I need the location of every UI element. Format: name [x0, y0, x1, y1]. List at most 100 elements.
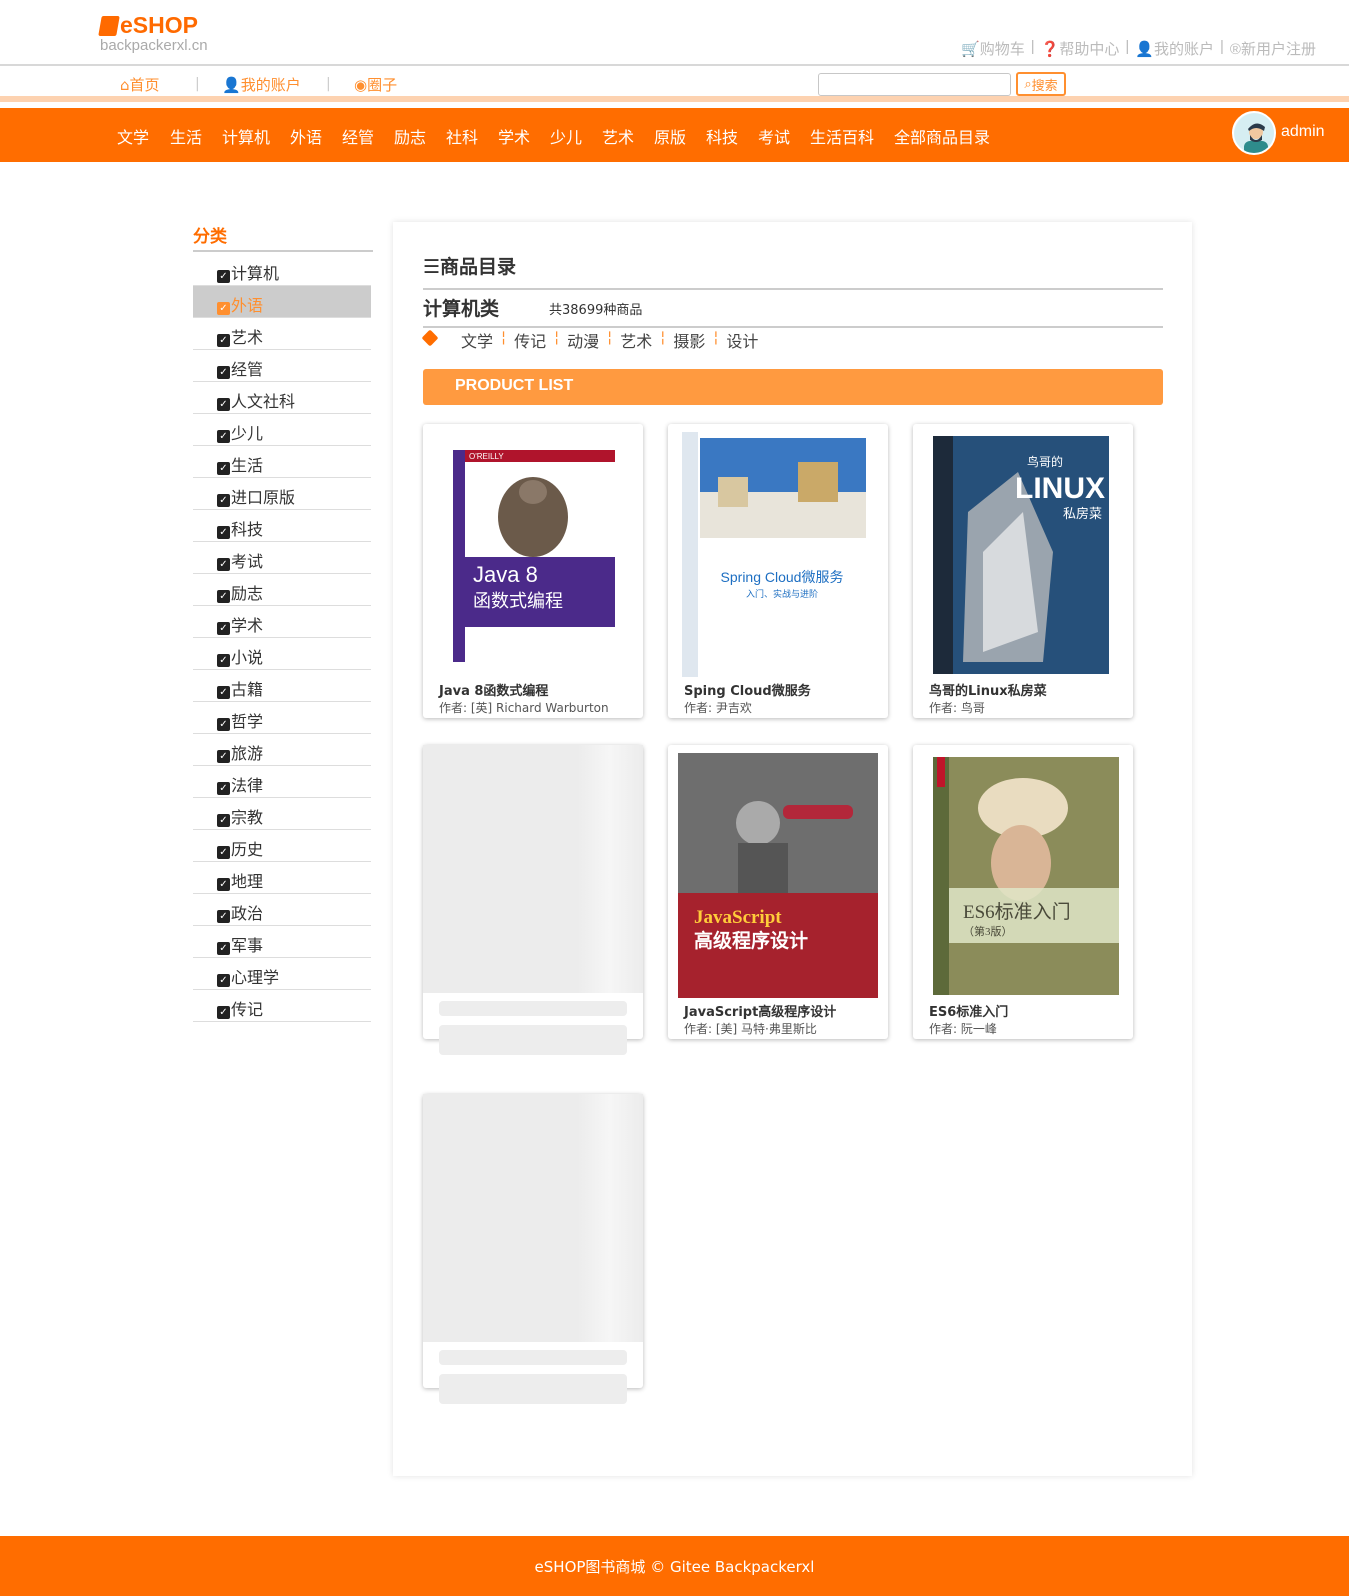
loading-placeholder [439, 1025, 627, 1055]
help-link[interactable]: ❓帮助中心 [1041, 38, 1120, 59]
sidebar-item-label: 少儿 [231, 424, 264, 443]
search-button[interactable]: ⌕ 搜索 [1016, 72, 1066, 96]
registered-icon: ® [1229, 41, 1241, 58]
tag-link[interactable]: 传记 [514, 328, 546, 352]
cover-title: Java 8 [473, 562, 538, 587]
catalog-title: ☰商品目录 [423, 256, 517, 278]
book-cover: Spring Cloud微服务 入门、实战与进阶 [678, 432, 878, 677]
product-name[interactable]: Java 8函数式编程 [439, 680, 548, 699]
sidebar-item[interactable]: ✓ 少儿 [193, 414, 371, 446]
loading-placeholder [439, 1374, 627, 1404]
category-link[interactable]: 生活百科 [810, 124, 874, 148]
category-link[interactable]: 生活 [170, 124, 202, 148]
category-link[interactable]: 外语 [290, 124, 322, 148]
category-link[interactable]: 励志 [394, 124, 426, 148]
cover-subtitle: 入门、实战与进阶 [746, 588, 818, 599]
tag-link[interactable]: 艺术 [620, 328, 652, 352]
category-link[interactable]: 全部商品目录 [894, 124, 990, 148]
logo[interactable]: eSHOP backpackerxl.cn [98, 12, 208, 54]
username[interactable]: admin [1281, 123, 1325, 141]
home-link[interactable]: ⌂首页 [120, 74, 160, 95]
sidebar-item[interactable]: ✓ 心理学 [193, 958, 371, 990]
sidebar-title: 分类 [193, 227, 227, 247]
product-author: 作者: 尹吉欢 [684, 701, 752, 715]
user-circle-icon: ◉ [354, 76, 368, 94]
category-link[interactable]: 计算机 [222, 124, 270, 148]
tag-link[interactable]: 文学 [461, 328, 493, 352]
tag-icon [421, 329, 439, 347]
sidebar-item[interactable]: ✓ 生活 [193, 446, 371, 478]
sidebar-item[interactable]: ✓ 地理 [193, 862, 371, 894]
product-count: 共38699种商品 [549, 303, 643, 318]
sidebar-item[interactable]: ✓ 法律 [193, 766, 371, 798]
product-card[interactable]: JavaScript 高级程序设计 JavaScript高级程序设计 作者: [… [668, 745, 888, 1039]
sidebar-item[interactable]: ✓ 艺术 [193, 318, 371, 350]
sidebar-item[interactable]: ✓ 进口原版 [193, 478, 371, 510]
tag-link[interactable]: 设计 [726, 328, 758, 352]
tag-link[interactable]: 动漫 [567, 328, 599, 352]
cover-publisher: O'REILLY [469, 452, 504, 461]
product-name[interactable]: 鸟哥的Linux私房菜 [929, 680, 1047, 699]
register-link[interactable]: ®新用户注册 [1230, 38, 1316, 59]
avatar-image [1234, 113, 1274, 153]
sidebar-item[interactable]: ✓ 科技 [193, 510, 371, 542]
sidebar-item-label: 传记 [231, 1000, 264, 1019]
sidebar-item-label: 计算机 [231, 264, 280, 283]
sidebar-item[interactable]: ✓ 传记 [193, 990, 371, 1022]
sidebar-item[interactable]: ✓ 古籍 [193, 670, 371, 702]
sidebar-item[interactable]: ✓ 旅游 [193, 734, 371, 766]
sidebar-item-label: 艺术 [231, 328, 264, 347]
category-link[interactable]: 考试 [758, 124, 790, 148]
sidebar-item[interactable]: ✓ 人文社科 [193, 382, 371, 414]
my-account-link[interactable]: 👤我的账户 [222, 74, 301, 95]
checkbox-icon: ✓ [217, 782, 230, 795]
category-link[interactable]: 学术 [498, 124, 530, 148]
sidebar-item[interactable]: ✓ 宗教 [193, 798, 371, 830]
category-link[interactable]: 科技 [706, 124, 738, 148]
sidebar-item[interactable]: ✓ 经管 [193, 350, 371, 382]
top-header: eSHOP backpackerxl.cn 🛒购物车 | ❓帮助中心 | 👤我的… [0, 0, 1349, 66]
product-card[interactable]: Spring Cloud微服务 入门、实战与进阶 Sping Cloud微服务 … [668, 424, 888, 718]
sidebar-item[interactable]: ✓ 军事 [193, 926, 371, 958]
sidebar-item[interactable]: ✓ 历史 [193, 830, 371, 862]
footer: eSHOP图书商城 © Gitee Backpackerxl [0, 1536, 1349, 1596]
page: eSHOP backpackerxl.cn 🛒购物车 | ❓帮助中心 | 👤我的… [0, 0, 1349, 1596]
checkbox-icon: ✓ [217, 910, 230, 923]
category-link[interactable]: 经管 [342, 124, 374, 148]
product-name[interactable]: JavaScript高级程序设计 [684, 1001, 836, 1020]
loading-card [423, 1094, 643, 1404]
checkbox-icon: ✓ [217, 942, 230, 955]
cover-title: JavaScript [694, 907, 782, 928]
product-card[interactable]: ES6标准入门 （第3版） ES6标准入门 作者: 阮一峰 [913, 745, 1133, 1039]
category-link[interactable]: 艺术 [602, 124, 634, 148]
sidebar-item[interactable]: ✓ 小说 [193, 638, 371, 670]
sidebar-item-label: 励志 [231, 584, 264, 603]
search-input[interactable] [818, 73, 1011, 96]
category-link[interactable]: 文学 [117, 124, 149, 148]
sidebar-item[interactable]: ✓ 学术 [193, 606, 371, 638]
sidebar-item[interactable]: ✓ 政治 [193, 894, 371, 926]
sidebar-item[interactable]: ✓ 考试 [193, 542, 371, 574]
account-link[interactable]: 👤我的账户 [1135, 38, 1214, 59]
divider: ¦ [607, 328, 613, 346]
divider: | [1030, 38, 1035, 55]
tag-link[interactable]: 摄影 [673, 328, 705, 352]
product-author: 作者: 鸟哥 [929, 701, 985, 715]
avatar[interactable] [1232, 111, 1276, 155]
sidebar-item[interactable]: ✓ 计算机 [193, 254, 371, 286]
circle-link[interactable]: ◉圈子 [354, 74, 397, 95]
cart-link[interactable]: 🛒购物车 [961, 38, 1025, 59]
cover-subtitle: 私房菜 [1063, 506, 1102, 521]
category-link[interactable]: 少儿 [550, 124, 582, 148]
sidebar-item-label: 古籍 [231, 680, 264, 699]
sidebar-item[interactable]: ✓ 励志 [193, 574, 371, 606]
product-card[interactable]: 鸟哥的 LINUX 私房菜 鸟哥的Linux私房菜 作者: 鸟哥 [913, 424, 1133, 718]
category-link[interactable]: 社科 [446, 124, 478, 148]
product-card[interactable]: O'REILLY Java 8 函数式编程 Java 8函数式编程 作者: [英… [423, 424, 643, 718]
list-icon: ☰ [423, 256, 441, 278]
sidebar-item[interactable]: ✓ 哲学 [193, 702, 371, 734]
product-name[interactable]: Sping Cloud微服务 [684, 680, 811, 699]
category-link[interactable]: 原版 [654, 124, 686, 148]
sidebar-item[interactable]: ✓ 外语 [193, 286, 371, 318]
product-name[interactable]: ES6标准入门 [929, 1001, 1008, 1020]
